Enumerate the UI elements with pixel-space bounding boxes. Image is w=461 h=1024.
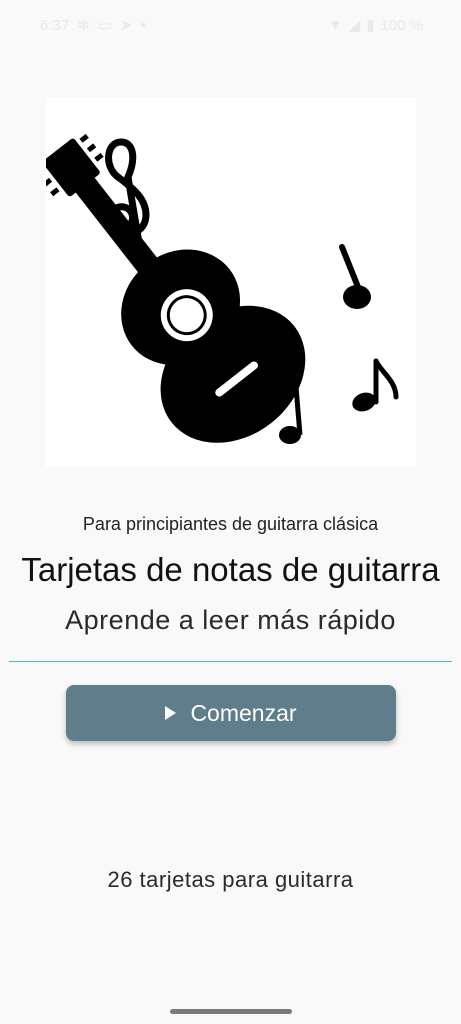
battery-level: 100 %	[380, 16, 423, 34]
divider	[9, 661, 452, 662]
eighth-note-icon	[352, 358, 399, 412]
navigation-icon: ➤	[119, 17, 133, 34]
home-indicator[interactable]	[170, 1009, 292, 1014]
cast-icon: ▭	[97, 17, 112, 34]
start-button[interactable]: Comenzar	[66, 685, 396, 741]
subtitle: Para principiantes de guitarra clásica	[82, 514, 379, 534]
wifi-icon: ▼	[327, 16, 343, 34]
quarter-note-icon	[339, 244, 371, 309]
settings-icon: ✻	[77, 17, 90, 34]
status-bar: 6:37 ✻ ▭ ➤ • ▼ ◢ ▮ 100 %	[0, 0, 461, 50]
page-title: Tarjetas de notas de guitarra	[21, 551, 440, 588]
hero-illustration	[46, 97, 416, 467]
battery-icon: ▮	[366, 17, 375, 34]
signal-icon: ◢	[348, 17, 361, 34]
play-icon	[165, 706, 177, 720]
start-button-label: Comenzar	[190, 699, 297, 726]
status-time: 6:37	[40, 16, 70, 34]
dot-icon: •	[140, 16, 146, 34]
status-right: ▼ ◢ ▮ 100 %	[327, 16, 423, 35]
tagline: Aprende a leer más rápido	[65, 605, 396, 635]
hero-svg	[46, 133, 399, 444]
guitar-icon	[46, 133, 306, 443]
status-left: 6:37 ✻ ▭ ➤ •	[40, 16, 146, 35]
card-count: 26 tarjetas para guitarra	[107, 867, 354, 892]
treble-clef-icon	[105, 138, 150, 250]
